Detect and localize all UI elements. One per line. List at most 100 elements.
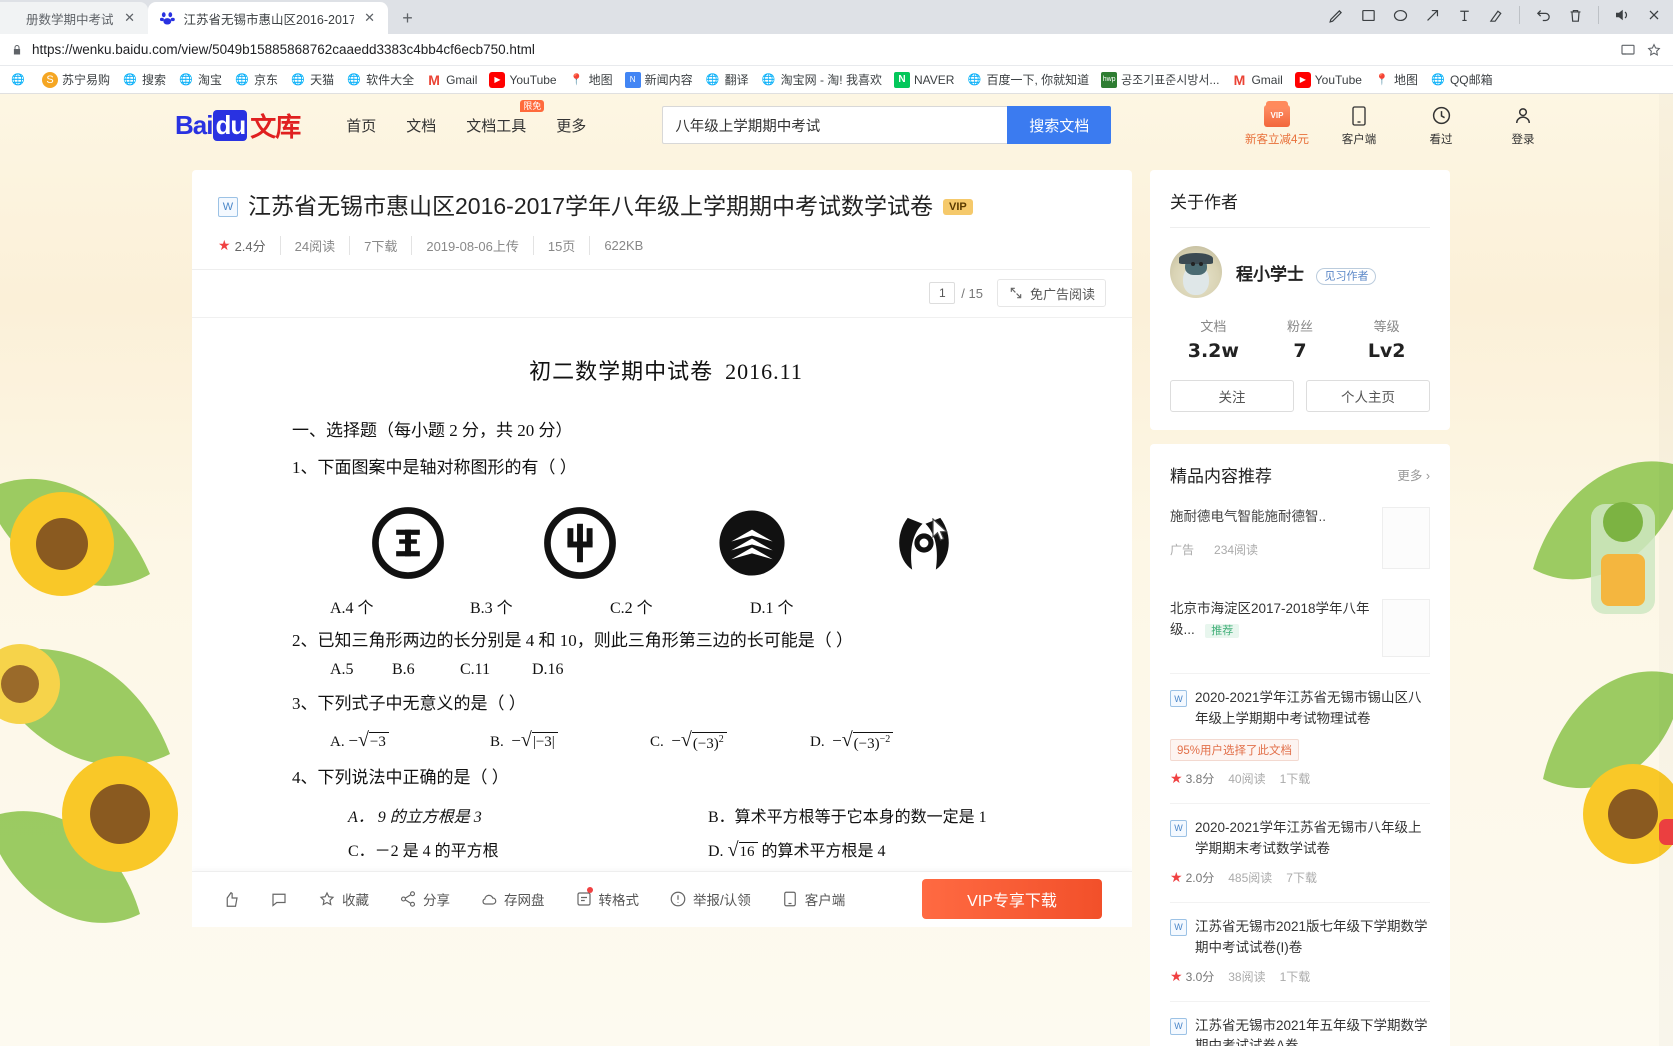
q4-options-row1: A． 9 的立方根是 3 B．算术平方根等于它本身的数一定是 1 — [292, 803, 1040, 827]
comment-button[interactable] — [270, 890, 288, 908]
save-to-cloud-button[interactable]: 存网盘 — [480, 889, 545, 909]
list-item[interactable]: W 2020-2021学年江苏省无锡市八年级上学期期末考试数学试卷 ★ 2.0分 … — [1170, 802, 1430, 886]
convert-format-button[interactable]: 转格式 — [575, 887, 639, 909]
ellipse-icon[interactable] — [1389, 4, 1411, 26]
bookmark-item[interactable]: 📍 地图 — [563, 68, 619, 92]
bookmark-item[interactable]: M Gmail — [1225, 68, 1288, 92]
list-item[interactable]: W 2020-2021学年江苏省无锡市锡山区八年级上学期期中考试物理试卷 95%… — [1170, 673, 1430, 787]
volume-icon[interactable] — [1611, 4, 1633, 26]
rec-meta: ★ 3.0分 38阅读 1下载 — [1170, 968, 1430, 985]
penguin-avatar — [1170, 246, 1222, 298]
page-scrollbar[interactable] — [1659, 94, 1673, 1046]
bookmark-item[interactable]: 🌐 QQ邮箱 — [1424, 68, 1499, 92]
page-content: Baidu文库 首页 文档 文档工具 限免 更多 搜索文档 VIP 新客立减4元… — [0, 94, 1673, 1046]
browser-tab-1[interactable]: 册数学期中考试 ✕ — [0, 2, 148, 34]
tab-close-icon[interactable]: ✕ — [362, 10, 378, 26]
bookmark-item[interactable]: 🌐 — [4, 68, 36, 92]
list-item[interactable]: W 江苏省无锡市2021版七年级下学期数学期中考试试卷(I)卷 ★ 3.0分 38… — [1170, 901, 1430, 985]
report-button[interactable]: 举报/认领 — [669, 889, 751, 909]
meta-score: ★ 2.4分 — [218, 235, 281, 255]
homepage-button[interactable]: 个人主页 — [1306, 380, 1430, 412]
bookmark-item[interactable]: ▶ YouTube — [1289, 68, 1368, 92]
search-input[interactable] — [662, 106, 1008, 144]
tab-close-icon[interactable]: ✕ — [122, 10, 138, 26]
word-doc-icon: W — [1170, 690, 1187, 707]
list-item[interactable]: 北京市海淀区2017-2018学年八年级... 推荐 — [1170, 585, 1430, 657]
naver-icon: N — [893, 71, 910, 88]
bookmark-item[interactable]: 🌐 天猫 — [284, 68, 340, 92]
close-icon[interactable] — [1643, 4, 1665, 26]
user-icon — [1513, 104, 1533, 128]
new-tab-button[interactable]: + — [394, 4, 422, 32]
more-link[interactable]: 更多 › — [1397, 465, 1430, 484]
undo-icon[interactable] — [1532, 4, 1554, 26]
like-button[interactable] — [222, 890, 240, 908]
browser-tab-2[interactable]: 江苏省无锡市惠山区2016-2017 ✕ — [147, 2, 388, 34]
bookmark-label: QQ邮箱 — [1449, 73, 1493, 87]
save-cloud-label: 存网盘 — [504, 893, 545, 909]
rec-title: 江苏省无锡市2021版七年级下学期数学期中考试试卷(I)卷 — [1195, 918, 1428, 955]
bookmark-item[interactable]: S 苏宁易购 — [36, 68, 116, 92]
rec-line: W 2020-2021学年江苏省无锡市锡山区八年级上学期期中考试物理试卷 — [1170, 688, 1430, 730]
header-login[interactable]: 登录 — [1497, 104, 1549, 147]
author-name-wrap: 程小学士 见习作者 — [1236, 260, 1377, 285]
pen-icon[interactable] — [1325, 4, 1347, 26]
page-number-input[interactable]: 1 — [929, 282, 956, 305]
star-icon[interactable] — [1645, 41, 1663, 59]
ad-free-reading-button[interactable]: 免广告阅读 — [996, 279, 1106, 308]
bookmark-item[interactable]: 🌐 搜索 — [116, 68, 172, 92]
meta-reads: 24阅读 — [281, 235, 351, 255]
arrow-icon[interactable] — [1421, 4, 1443, 26]
bookmark-label: NAVER — [913, 72, 955, 87]
ad-item[interactable]: 施耐德电气智能施耐德智.. 广告 234阅读 — [1170, 507, 1430, 569]
bookmark-item[interactable]: 🌐 淘宝网 - 淘! 我喜欢 — [755, 68, 888, 92]
globe-icon: 🌐 — [11, 74, 25, 86]
bookmark-item[interactable]: N 新闻内容 — [619, 68, 699, 92]
text-icon[interactable] — [1453, 4, 1475, 26]
document-viewer[interactable]: 初二数学期中试卷 2016.11 一、选择题（每小题 2 分，共 20 分） 1、… — [192, 316, 1132, 927]
q2-option-b: B.6 — [392, 661, 415, 679]
address-bar[interactable]: https://wenku.baidu.com/view/5049b158858… — [0, 34, 1673, 66]
trash-icon[interactable] — [1564, 4, 1586, 26]
q2-options: A.5 B.6 C.11 D.16 — [292, 661, 1040, 679]
stat-documents: 文档 3.2w — [1170, 316, 1257, 362]
header-vip-promo[interactable]: VIP 新客立减4元 — [1245, 100, 1309, 147]
q3-option-d: D. − √ (−3)−2 — [810, 730, 950, 753]
nav-item-more[interactable]: 更多 — [556, 115, 586, 136]
bookmark-item[interactable]: hwp 공조기표준시방서... — [1095, 68, 1225, 92]
rec-line: W 江苏省无锡市2021版七年级下学期数学期中考试试卷(I)卷 — [1170, 917, 1430, 959]
bookmark-item[interactable]: 🌐 淘宝 — [172, 68, 228, 92]
favorite-button[interactable]: 收藏 — [318, 889, 369, 909]
bookmark-item[interactable]: ▶ YouTube — [483, 68, 562, 92]
bookmark-item[interactable]: 🌐 软件大全 — [340, 68, 420, 92]
header-item-label: 看过 — [1429, 133, 1453, 146]
nav-item-docs[interactable]: 文档 — [406, 115, 436, 136]
search-button[interactable]: 搜索文档 — [1007, 106, 1112, 144]
square-icon[interactable] — [1357, 4, 1379, 26]
bookmark-item[interactable]: M Gmail — [420, 68, 483, 92]
baidu-wenku-logo[interactable]: Bai du 文库 — [175, 107, 301, 144]
q4-option-b: B．算术平方根等于它本身的数一定是 1 — [708, 808, 987, 826]
gmail-icon: M — [1233, 71, 1246, 88]
bookmark-label: Gmail — [1251, 72, 1283, 87]
cast-icon[interactable] — [1619, 41, 1637, 59]
nav-item-doctools[interactable]: 文档工具 限免 — [466, 99, 545, 136]
highlighter-icon[interactable] — [1485, 4, 1507, 26]
client-button[interactable]: 客户端 — [781, 889, 845, 909]
share-button[interactable]: 分享 — [399, 889, 450, 909]
bookmark-item[interactable]: 📍 地图 — [1368, 68, 1424, 92]
author-row[interactable]: 程小学士 见习作者 — [1170, 246, 1430, 298]
nav-item-home[interactable]: 首页 — [346, 115, 376, 136]
nav-label: 文档工具 — [466, 117, 527, 135]
follow-button[interactable]: 关注 — [1170, 380, 1294, 412]
list-item[interactable]: W 江苏省无锡市2021年五年级下学期数学期中考试试卷A卷 — [1170, 1000, 1430, 1046]
header-client[interactable]: 客户端 — [1333, 104, 1385, 147]
document-title-row: W 江苏省无锡市惠山区2016-2017学年八年级上学期期中考试数学试卷 VIP — [218, 192, 1106, 222]
header-history[interactable]: 看过 — [1415, 104, 1467, 147]
bookmark-item[interactable]: 🌐 翻译 — [699, 68, 755, 92]
bookmark-item[interactable]: 🌐 百度一下, 你就知道 — [960, 68, 1095, 92]
browser-chrome: 册数学期中考试 ✕ 江苏省无锡市惠山区2016-2017 ✕ + https:/… — [0, 0, 1673, 94]
vip-download-button[interactable]: VIP专享下载 — [922, 879, 1102, 920]
bookmark-item[interactable]: 🌐 京东 — [228, 68, 284, 92]
bookmark-item[interactable]: N NAVER — [888, 68, 960, 92]
